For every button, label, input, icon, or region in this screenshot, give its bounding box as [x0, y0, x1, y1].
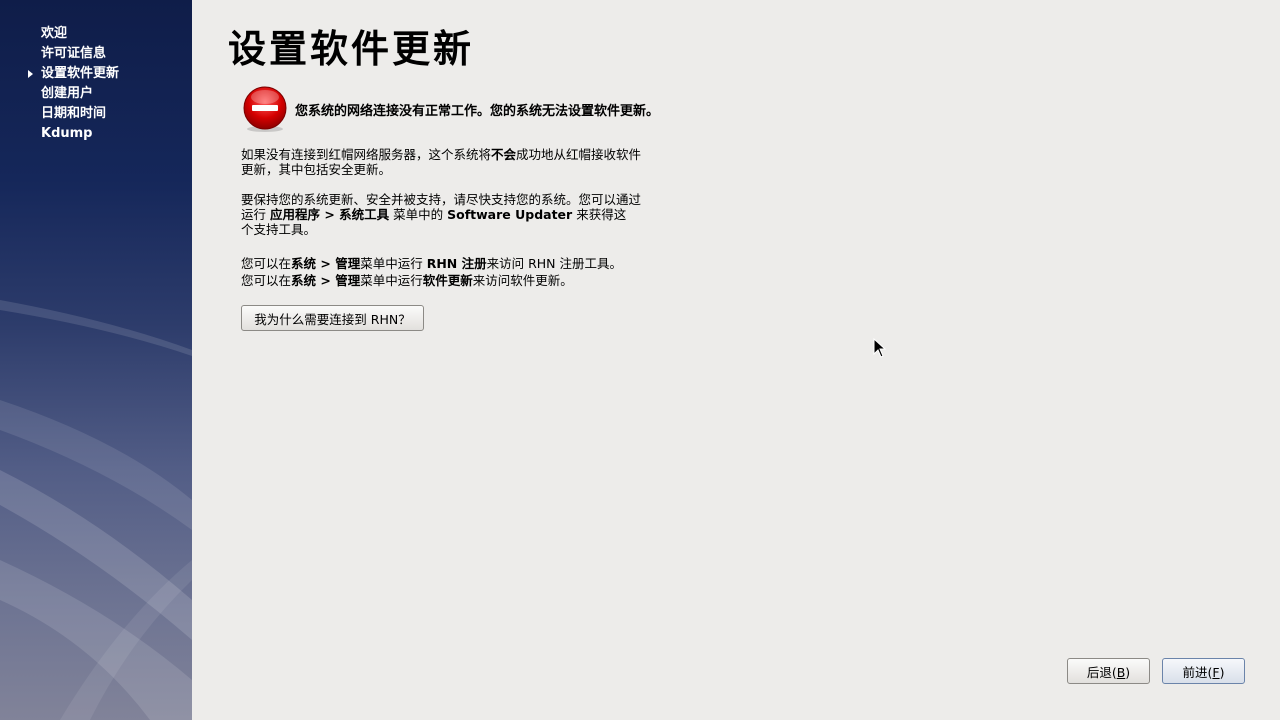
text: 个支持工具。 — [241, 222, 317, 237]
current-step-arrow-icon — [28, 70, 33, 78]
text: 来访问 RHN 注册工具。 — [486, 256, 622, 271]
main-content: 设置软件更新 您系统的网络连接没有正常工作。您的系统无法设置软件更新。 如果没有… — [192, 0, 1280, 720]
tool-name: RHN 注册 — [426, 256, 487, 271]
sidebar-item-create-user: 创建用户 — [0, 85, 119, 105]
sidebar-item-software-updates: 设置软件更新 — [0, 65, 119, 85]
button-label: ) — [1219, 664, 1225, 680]
text: 更新，其中包括安全更新。 — [241, 162, 392, 177]
menu-path: 应用程序 > 系统工具 — [269, 207, 390, 222]
text: 您可以在 — [241, 273, 292, 288]
paragraph-no-connection: 如果没有连接到红帽网络服务器，这个系统将不会成功地从红帽接收软件 更新，其中包括… — [241, 147, 681, 177]
sidebar-item-date-time: 日期和时间 — [0, 105, 119, 125]
text: 要保持您的系统更新、安全并被支持，请尽快支持您的系统。您可以通过 — [241, 192, 642, 207]
mouse-cursor-icon — [873, 338, 887, 358]
sidebar-item-license: 许可证信息 — [0, 45, 119, 65]
text: 来获得这 — [572, 207, 627, 222]
sidebar-item-welcome: 欢迎 — [0, 25, 119, 45]
text: 成功地从红帽接收软件 — [516, 147, 642, 162]
text: 菜单中的 — [389, 207, 448, 222]
why-connect-rhn-button[interactable]: 我为什么需要连接到 RHN？ — [241, 305, 424, 331]
sidebar-item-label: 欢迎 — [41, 26, 68, 41]
text: 来访问软件更新。 — [472, 273, 573, 288]
back-button[interactable]: 后退(B) — [1067, 658, 1150, 684]
sidebar-item-label: Kdump — [41, 126, 93, 141]
forward-button[interactable]: 前进(F) — [1162, 658, 1245, 684]
button-label: 后退( — [1086, 664, 1117, 680]
sidebar-item-label: 许可证信息 — [41, 46, 107, 61]
text-bold: 不会 — [491, 147, 517, 162]
sidebar-item-label: 设置软件更新 — [41, 66, 120, 81]
sidebar-item-label: 日期和时间 — [41, 106, 107, 121]
text: 您可以在 — [241, 256, 292, 271]
menu-path: 系统 > 管理 — [291, 273, 361, 288]
text: 菜单中运行 — [360, 273, 423, 288]
network-error-message: 您系统的网络连接没有正常工作。您的系统无法设置软件更新。 — [295, 104, 660, 119]
no-entry-icon — [243, 86, 287, 132]
button-label: ) — [1125, 664, 1131, 680]
sidebar-item-label: 创建用户 — [41, 86, 94, 101]
paragraph-tools: 您可以在系统 > 管理菜单中运行 RHN 注册来访问 RHN 注册工具。 您可以… — [241, 255, 681, 289]
paragraph-support: 要保持您的系统更新、安全并被支持，请尽快支持您的系统。您可以通过 运行 应用程序… — [241, 192, 681, 237]
text: 如果没有连接到红帽网络服务器，这个系统将 — [241, 147, 492, 162]
button-label: 前进( — [1182, 664, 1213, 680]
app-name: Software Updater — [447, 207, 573, 222]
mnemonic-key: B — [1116, 664, 1126, 680]
text: 运行 — [241, 207, 270, 222]
sidebar: 欢迎 许可证信息 设置软件更新 创建用户 日期和时间 Kdump — [0, 0, 192, 720]
sidebar-item-kdump: Kdump — [0, 125, 119, 145]
text: 菜单中运行 — [360, 256, 427, 271]
mnemonic-key: F — [1212, 664, 1220, 680]
tool-name: 软件更新 — [422, 273, 473, 288]
sidebar-nav: 欢迎 许可证信息 设置软件更新 创建用户 日期和时间 Kdump — [0, 25, 119, 145]
menu-path: 系统 > 管理 — [291, 256, 361, 271]
page-title: 设置软件更新 — [228, 26, 475, 71]
